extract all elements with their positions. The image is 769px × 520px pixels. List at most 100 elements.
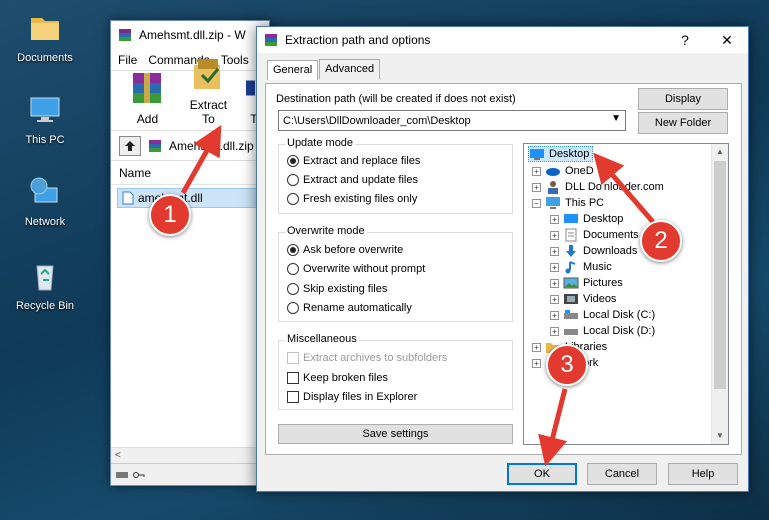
- expand-icon[interactable]: +: [550, 262, 559, 272]
- tree-node-downloads[interactable]: + Downloads: [550, 243, 637, 259]
- destination-path-input[interactable]: C:\Users\DllDownloader_com\Desktop ▼: [278, 110, 626, 131]
- radio-ask-before-overwrite[interactable]: Ask before overwrite: [287, 244, 403, 256]
- overwrite-mode-title: Overwrite mode: [285, 225, 367, 237]
- radio-extract-update[interactable]: Extract and update files: [287, 174, 418, 186]
- expand-icon[interactable]: +: [550, 214, 559, 224]
- ok-button[interactable]: OK: [507, 463, 577, 485]
- desktop-folder-icon: [564, 214, 578, 223]
- winrar-window: Amehsmt.dll.zip - W File Commands Tools …: [110, 20, 270, 486]
- extract-to-button[interactable]: Extract To: [184, 55, 233, 126]
- tree-node-label: Videos: [583, 293, 617, 305]
- tree-node-desktop[interactable]: Desktop: [528, 146, 594, 162]
- horizontal-scrollbar[interactable]: <: [111, 447, 269, 463]
- expand-icon[interactable]: +: [532, 358, 541, 368]
- help-button[interactable]: Help: [668, 463, 738, 485]
- radio-fresh-existing[interactable]: Fresh existing files only: [287, 193, 417, 205]
- radio-rename-automatically[interactable]: Rename automatically: [287, 302, 412, 314]
- tree-node-local-disk-d[interactable]: + Local Disk (D:): [550, 323, 655, 339]
- collapse-icon[interactable]: −: [532, 198, 541, 208]
- tree-node-label: Desktop: [583, 213, 624, 225]
- desktop-icon-label: Network: [24, 216, 66, 228]
- tree-node-videos[interactable]: + Videos: [550, 291, 616, 307]
- scroll-thumb[interactable]: [714, 161, 726, 389]
- display-button[interactable]: Display: [638, 88, 728, 110]
- up-arrow-icon: [125, 140, 135, 151]
- callout-badge-3: 3: [546, 344, 588, 386]
- tree-node-pictures[interactable]: + Pictures: [550, 275, 623, 291]
- documents-icon: [565, 228, 577, 242]
- tree-node-onedrive[interactable]: + OneD: [532, 163, 594, 179]
- tree-node-label: Music: [583, 261, 612, 273]
- tree-node-this-pc[interactable]: − This PC: [532, 195, 604, 211]
- tree-node-label: Downloads: [583, 245, 638, 257]
- tree-node-pc-desktop[interactable]: + Desktop: [550, 211, 623, 227]
- radio-label: Overwrite without prompt: [303, 263, 426, 275]
- update-mode-group: Update mode Extract and replace files Ex…: [278, 137, 513, 214]
- expand-icon[interactable]: +: [550, 230, 559, 240]
- tree-node-label: DLL Do: [565, 181, 602, 193]
- file-row[interactable]: amehsmt.dll: [117, 188, 263, 208]
- radio-indicator: [287, 283, 299, 295]
- cancel-button[interactable]: Cancel: [587, 463, 657, 485]
- desktop-icon-label: Recycle Bin: [15, 300, 75, 312]
- add-button[interactable]: Add: [123, 69, 172, 126]
- winrar-icon: [119, 29, 131, 41]
- help-icon[interactable]: ?: [664, 32, 706, 48]
- cloud-icon: [546, 168, 560, 176]
- up-folder-button[interactable]: [119, 135, 141, 156]
- radio-label: Rename automatically: [303, 302, 412, 314]
- tree-node-user[interactable]: + DLL Do nloader.com: [532, 179, 664, 195]
- close-icon[interactable]: ✕: [706, 32, 748, 49]
- radio-label: Ask before overwrite: [303, 244, 404, 256]
- expand-icon[interactable]: +: [550, 310, 559, 320]
- menu-file[interactable]: File: [118, 53, 137, 67]
- expand-icon[interactable]: +: [532, 166, 541, 176]
- checkbox-label: Display files in Explorer: [303, 391, 418, 403]
- tree-node-music[interactable]: + Music: [550, 259, 612, 275]
- expand-icon[interactable]: +: [532, 182, 541, 192]
- miscellaneous-title: Miscellaneous: [285, 333, 359, 345]
- address-path[interactable]: Amehsmt.dll.zip: [169, 139, 254, 153]
- tree-node-label: Desktop: [549, 148, 590, 160]
- tree-node-label: Documents: [583, 229, 639, 241]
- expand-icon[interactable]: +: [550, 278, 559, 288]
- overwrite-mode-group: Overwrite mode Ask before overwrite Over…: [278, 225, 513, 322]
- tree-node-label-cont: nloader.com: [603, 181, 664, 193]
- column-header-name[interactable]: Name: [111, 161, 269, 185]
- tab-advanced[interactable]: Advanced: [319, 59, 381, 79]
- tree-node-local-disk-c[interactable]: + Local Disk (C:): [550, 307, 655, 323]
- scroll-up-icon[interactable]: ▲: [712, 144, 728, 160]
- expand-icon[interactable]: +: [532, 342, 541, 352]
- desktop-icon-documents[interactable]: Documents: [8, 10, 82, 64]
- radio-extract-replace[interactable]: Extract and replace files: [287, 155, 420, 167]
- tree-node-documents[interactable]: + Documents: [550, 227, 639, 243]
- scroll-left-icon[interactable]: <: [115, 450, 121, 461]
- checkbox-keep-broken-files[interactable]: Keep broken files: [287, 372, 388, 384]
- expand-icon[interactable]: +: [550, 326, 559, 336]
- folder-tree[interactable]: Desktop + OneD + DLL Do nloader.com − Th…: [523, 143, 729, 445]
- radio-indicator: [287, 193, 299, 205]
- checkbox-extract-to-subfolders: Extract archives to subfolders: [287, 352, 447, 364]
- recycle-bin-icon: [36, 265, 54, 291]
- desktop-icon-this-pc[interactable]: This PC: [8, 92, 82, 146]
- tree-scrollbar[interactable]: ▲ ▼: [711, 144, 728, 444]
- desktop-icon-network[interactable]: Network: [8, 174, 82, 228]
- radio-skip-existing[interactable]: Skip existing files: [287, 283, 387, 295]
- scroll-down-icon[interactable]: ▼: [712, 428, 728, 444]
- checkbox-display-in-explorer[interactable]: Display files in Explorer: [287, 391, 417, 403]
- save-settings-button[interactable]: Save settings: [278, 424, 513, 444]
- winrar-statusbar: [111, 463, 269, 485]
- chevron-down-icon[interactable]: ▼: [611, 113, 621, 124]
- tree-node-label: Local Disk (D:): [583, 325, 656, 337]
- radio-overwrite-without-prompt[interactable]: Overwrite without prompt: [287, 263, 425, 275]
- expand-icon[interactable]: +: [550, 246, 559, 256]
- desktop-folder-icon: [530, 149, 544, 160]
- new-folder-button[interactable]: New Folder: [638, 112, 728, 134]
- extract-icon: [194, 59, 221, 89]
- extraction-dialog: Extraction path and options ? ✕ General …: [256, 26, 749, 492]
- desktop-icon-recycle-bin[interactable]: Recycle Bin: [8, 258, 82, 312]
- network-icon: [30, 177, 58, 203]
- tree-node-label: This PC: [565, 197, 605, 209]
- expand-icon[interactable]: +: [550, 294, 559, 304]
- tab-general[interactable]: General: [267, 60, 319, 80]
